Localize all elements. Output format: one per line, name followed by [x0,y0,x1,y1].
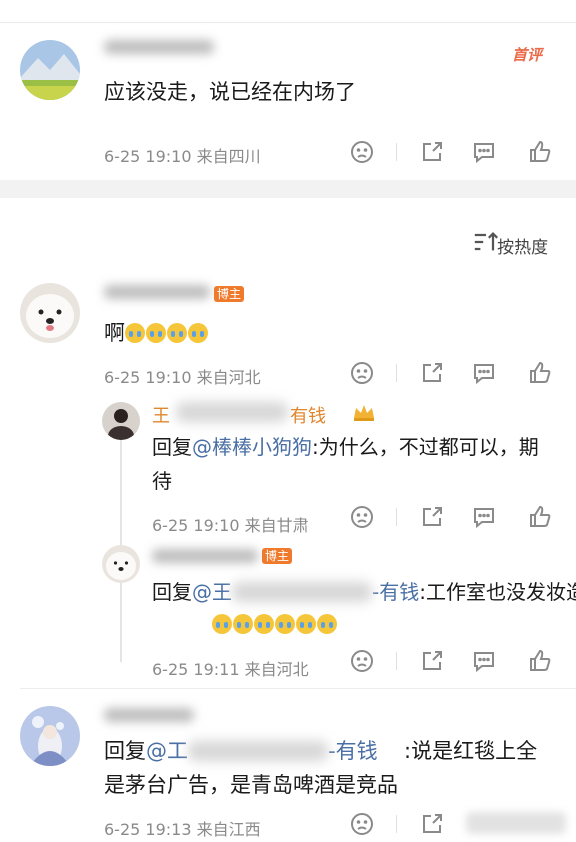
reply-body: :说是红毯上全是茅台广告，是青岛啤酒是竞品 [104,739,538,797]
reply-comment-icon[interactable] [470,647,498,675]
reply-comment-icon[interactable] [470,359,498,387]
comment-meta: 6-25 19:10 来自四川 [104,147,261,166]
crying-emoji-icon [167,323,187,343]
blogger-badge: 博主 [262,548,293,564]
sort-toggle[interactable]: 按热度 [472,228,548,258]
action-divider [396,652,397,670]
reply-avatar[interactable] [102,402,140,440]
share-icon[interactable] [418,647,446,675]
comment-body-wrap: :说是红毯上全是茅台广告，是青岛啤酒是竞品 [104,734,556,802]
white-dog-avatar-icon [102,545,140,583]
like-thumb-icon[interactable] [526,503,554,531]
commenter-name-blurred[interactable] [104,708,194,722]
action-divider [396,143,397,161]
reply-name-suffix: 有钱 [290,406,326,427]
reply-avatar[interactable] [102,545,140,583]
crying-emoji-icon [212,614,232,634]
reply-name[interactable]: 王 [152,402,170,428]
anime-figure-avatar-icon [20,706,80,766]
comment-text: 啊 [104,317,209,347]
commenter-avatar[interactable] [20,706,80,766]
reply-prefix: 回复 [152,435,192,459]
blogger-badge: 博主 [214,286,245,302]
reply-comment-icon[interactable] [470,138,498,166]
share-icon[interactable] [418,138,446,166]
reply-comment-icon[interactable] [470,503,498,531]
crown-icon [352,402,376,426]
like-thumb-icon[interactable] [526,138,554,166]
reply-body: :工作室也没发妆造 [419,580,576,604]
share-icon[interactable] [418,810,446,838]
reply-meta: 6-25 19:10 来自甘肃 [152,516,309,535]
mention-link[interactable]: @棒棒小狗狗 [192,435,312,459]
landscape-avatar-icon [20,40,80,100]
commenter-avatar[interactable] [20,40,80,100]
reply-text: 回复@棒棒小狗狗:为什么，不过都可以，期待 [152,430,552,498]
crying-emoji-icon [317,614,337,634]
blogger-avatar[interactable] [20,283,80,343]
comment-meta: 6-25 19:13 来自江西 [104,820,261,839]
reply-name-blurred [176,402,288,422]
crying-emoji-icon [296,614,316,634]
dislike-face-icon[interactable] [348,647,376,675]
comment-divider [20,688,576,689]
comment-text-body: 啊 [104,321,125,345]
crying-emoji-icon [275,614,295,634]
first-comment-badge: 首评 [512,46,543,64]
crying-emoji-icon [254,614,274,634]
sort-label: 按热度 [497,238,549,258]
share-icon[interactable] [418,359,446,387]
share-icon[interactable] [418,503,446,531]
reply-text: 回复@王 -有钱:工作室也没发妆造 [152,575,576,609]
crying-emoji-icon [146,323,166,343]
mention-blurred [232,582,372,602]
crying-emoji-icon [188,323,208,343]
reply-name-suffix-wrap: 有钱 [290,402,326,428]
dislike-face-icon[interactable] [348,359,376,387]
dislike-face-icon[interactable] [348,138,376,166]
reply-meta: 6-25 19:11 来自河北 [152,660,309,679]
reply-name-prefix: 王 [152,406,170,427]
section-separator [0,180,576,198]
reply-name-blurred[interactable] [152,549,258,563]
blogger-name-blurred[interactable] [104,285,210,299]
commenter-name-blurred[interactable] [104,40,214,54]
comment-text: 应该没走，说已经在内场了 [104,80,356,104]
crying-emoji-icon [233,614,253,634]
like-thumb-icon[interactable] [526,359,554,387]
like-thumb-icon[interactable] [526,647,554,675]
reply-emoji-row [212,614,338,635]
mention-link-end[interactable]: -有钱 [372,580,419,604]
action-divider [396,508,397,526]
reply-prefix: 回复 [152,580,192,604]
mention-link-start[interactable]: @王 [192,580,232,604]
dislike-face-icon[interactable] [348,810,376,838]
crying-emoji-icon [125,323,145,343]
person-avatar-icon [102,402,140,440]
sort-icon [472,228,498,251]
dislike-face-icon[interactable] [348,503,376,531]
watermark-blurred [466,812,566,834]
white-dog-avatar-icon [20,283,80,343]
action-divider [396,364,397,382]
comment-meta: 6-25 19:10 来自河北 [104,368,261,387]
reply-line-1: 回复@王 -有钱:工作室也没发妆造 [152,575,576,609]
action-divider [396,815,397,833]
top-divider [0,22,576,23]
